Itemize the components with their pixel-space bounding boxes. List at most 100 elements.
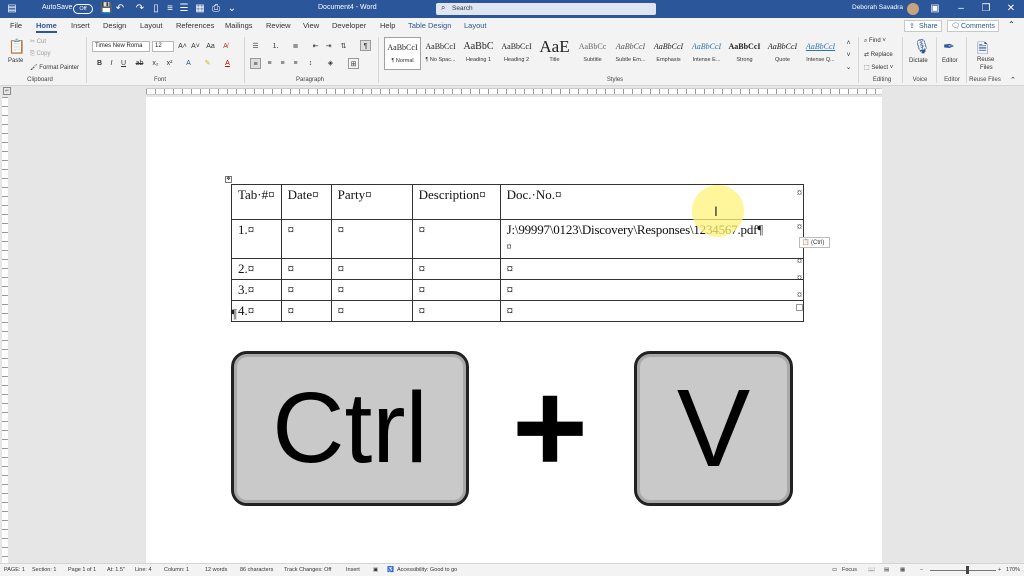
- collapse-ribbon-icon[interactable]: ⌃: [1010, 76, 1016, 84]
- vertical-ruler[interactable]: [0, 97, 10, 563]
- table-cell[interactable]: ¤: [280, 258, 332, 280]
- share-button[interactable]: ⇪ Share: [904, 20, 942, 32]
- status-insert[interactable]: Insert: [346, 567, 360, 573]
- restore-icon[interactable]: ❐: [980, 3, 992, 15]
- tab-references[interactable]: References: [176, 21, 214, 30]
- table-cell[interactable]: Tab·#¤: [231, 184, 282, 220]
- tab-developer[interactable]: Developer: [332, 21, 366, 30]
- reuse-label-1[interactable]: Reuse: [977, 57, 994, 63]
- style-title[interactable]: AaE Title: [536, 37, 573, 70]
- find-button[interactable]: ⌕ Find ˅: [864, 38, 886, 45]
- font-color-icon[interactable]: A: [222, 58, 233, 69]
- tab-view[interactable]: View: [303, 21, 319, 30]
- status-word-count[interactable]: 12 words: [205, 567, 227, 573]
- search-box[interactable]: ⌕ Search: [436, 3, 656, 15]
- show-marks-icon[interactable]: ¶: [360, 40, 371, 51]
- align-center-icon[interactable]: ≡: [264, 58, 275, 69]
- status-page-count[interactable]: Page 1 of 1: [68, 567, 96, 573]
- text-effects-icon[interactable]: A: [183, 58, 194, 69]
- table-cell[interactable]: ¤: [411, 258, 501, 280]
- bullets-icon[interactable]: ☰: [250, 41, 261, 52]
- status-page[interactable]: PAGE: 1: [4, 567, 25, 573]
- tab-review[interactable]: Review: [266, 21, 291, 30]
- save-icon[interactable]: 💾: [100, 3, 112, 15]
- table-cell[interactable]: ¤: [411, 279, 501, 301]
- underline-icon[interactable]: U: [118, 58, 129, 69]
- table-cell[interactable]: 4.¤: [231, 300, 282, 322]
- status-focus[interactable]: Focus: [842, 567, 857, 573]
- style-strong[interactable]: AaBbCcI Strong: [726, 37, 763, 70]
- replace-button[interactable]: ⇄ Replace: [864, 51, 893, 58]
- table-cell[interactable]: ¤: [411, 300, 501, 322]
- dictate-label[interactable]: Dictate: [909, 58, 928, 64]
- copy-button[interactable]: ⎘ Copy: [30, 51, 50, 58]
- print-layout-icon[interactable]: ▤: [884, 567, 889, 573]
- tab-help[interactable]: Help: [380, 21, 395, 30]
- avatar[interactable]: [907, 3, 919, 15]
- tab-file[interactable]: File: [10, 21, 22, 30]
- tab-layout[interactable]: Layout: [140, 21, 163, 30]
- table-cell[interactable]: Party¤: [330, 184, 413, 220]
- clear-formatting-icon[interactable]: A̸: [220, 41, 231, 52]
- decrease-indent-icon[interactable]: ⇤: [310, 41, 321, 52]
- multilevel-list-icon[interactable]: ≣: [290, 41, 301, 52]
- table-cell[interactable]: ¤: [499, 300, 804, 322]
- table-cell[interactable]: ¤: [330, 219, 413, 259]
- align-right-icon[interactable]: ≡: [277, 58, 288, 69]
- macro-record-icon[interactable]: ▣: [373, 567, 378, 573]
- subscript-icon[interactable]: x₂: [150, 58, 161, 69]
- table-cell[interactable]: ¤: [330, 300, 413, 322]
- table-cell[interactable]: Description¤: [411, 184, 501, 220]
- close-icon[interactable]: ✕: [1005, 3, 1017, 15]
- status-track-changes[interactable]: Track Changes: Off: [284, 567, 331, 573]
- tab-mailings[interactable]: Mailings: [225, 21, 253, 30]
- customize-qat-icon[interactable]: ⌄: [226, 3, 238, 15]
- style-emphasis[interactable]: AaBbCcI Emphasis: [650, 37, 687, 70]
- new-document-icon[interactable]: ▯: [150, 3, 162, 15]
- status-section[interactable]: Section: 1: [32, 567, 56, 573]
- table-qat-icon[interactable]: ▦: [194, 3, 206, 15]
- ribbon-collapse-icon[interactable]: ⌃: [1008, 20, 1015, 29]
- status-accessibility[interactable]: Accessibility: Good to go: [397, 567, 457, 573]
- user-name[interactable]: Deborah Savadra: [852, 4, 903, 11]
- table-cell[interactable]: ¤: [499, 258, 804, 280]
- align-left-icon[interactable]: ≡: [250, 58, 261, 69]
- editor-icon[interactable]: ✒: [943, 38, 955, 55]
- increase-indent-icon[interactable]: ⇥: [323, 41, 334, 52]
- print-preview-icon[interactable]: ⎙: [210, 3, 222, 15]
- shrink-font-icon[interactable]: A˅: [190, 41, 201, 52]
- select-button[interactable]: ⬚ Select ˅: [864, 64, 893, 71]
- styles-scroll-up-icon[interactable]: ˄: [843, 38, 854, 49]
- table-move-handle-icon[interactable]: ✥: [225, 176, 232, 183]
- table-cell[interactable]: ¤: [330, 279, 413, 301]
- table-cell[interactable]: 1.¤: [231, 219, 282, 259]
- tab-design[interactable]: Design: [103, 21, 126, 30]
- zoom-out-icon[interactable]: −: [920, 567, 923, 573]
- table-cell[interactable]: ¤: [280, 279, 332, 301]
- style-quote[interactable]: AaBbCcI Quote: [764, 37, 801, 70]
- table-cell-path[interactable]: J:\99997\0123\Discovery\Responses\123456…: [499, 219, 804, 259]
- zoom-in-icon[interactable]: +: [998, 567, 1001, 573]
- zoom-slider-thumb[interactable]: [966, 566, 969, 574]
- tab-table-layout[interactable]: Layout: [464, 21, 487, 30]
- superscript-icon[interactable]: x²: [164, 58, 175, 69]
- redo-icon[interactable]: ↷: [134, 3, 146, 15]
- tab-selector-icon[interactable]: ⌐: [3, 87, 11, 95]
- reuse-label-2[interactable]: Files: [980, 65, 993, 71]
- style-intense-quote[interactable]: AaBbCcI Intense Q...: [802, 37, 839, 70]
- style-no-spacing[interactable]: AaBbCcI ¶ No Spac...: [422, 37, 459, 70]
- format-painter-button[interactable]: 🖌 Format Painter: [30, 64, 79, 71]
- status-column[interactable]: Column: 1: [164, 567, 189, 573]
- table-cell[interactable]: ¤: [330, 258, 413, 280]
- styles-scroll-down-icon[interactable]: ˅: [843, 50, 854, 61]
- style-intense-emphasis[interactable]: AaBbCcI Intense E...: [688, 37, 725, 70]
- italic-icon[interactable]: I: [106, 58, 117, 69]
- table-cell[interactable]: ¤: [280, 219, 332, 259]
- table-resize-handle[interactable]: [796, 304, 803, 311]
- style-subtle-emphasis[interactable]: AaBbCcI Subtle Em...: [612, 37, 649, 70]
- table-cell[interactable]: Doc.·No.¤: [499, 184, 804, 220]
- paste-options-button[interactable]: 📋 (Ctrl): [799, 237, 830, 248]
- paste-label[interactable]: Paste: [8, 58, 23, 64]
- font-size-box[interactable]: 12: [152, 41, 174, 52]
- style-normal[interactable]: AaBbCcI ¶ Normal: [384, 37, 421, 70]
